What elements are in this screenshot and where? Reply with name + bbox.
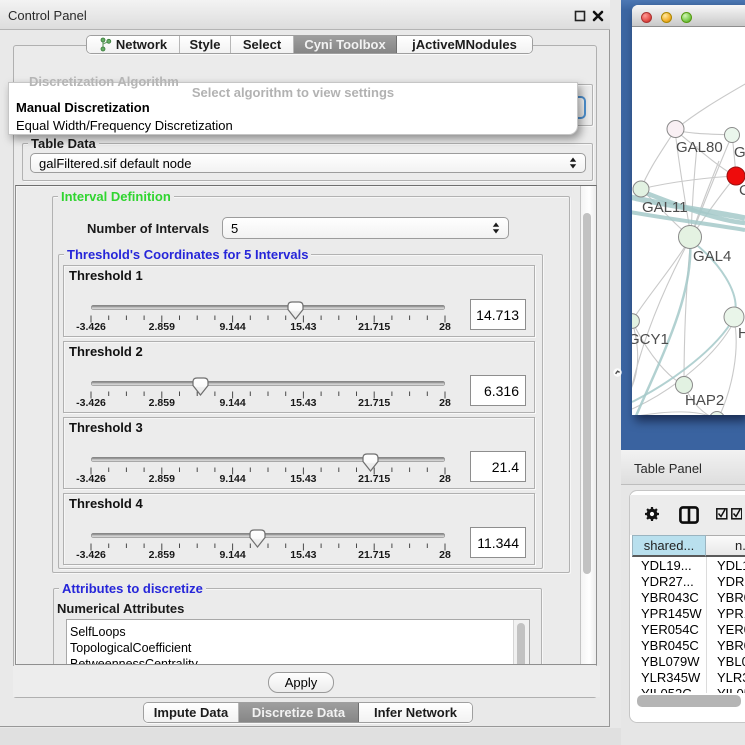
svg-text:H: H [738,325,745,342]
svg-text:HAP2: HAP2 [685,392,724,409]
svg-text:C: C [739,182,745,199]
svg-text:GCY1: GCY1 [632,331,669,348]
svg-text:GAL: GAL [734,144,745,161]
svg-text:GAL11: GAL11 [642,199,688,216]
svg-text:GAL4: GAL4 [693,248,731,265]
svg-text:GAL80: GAL80 [676,139,723,156]
